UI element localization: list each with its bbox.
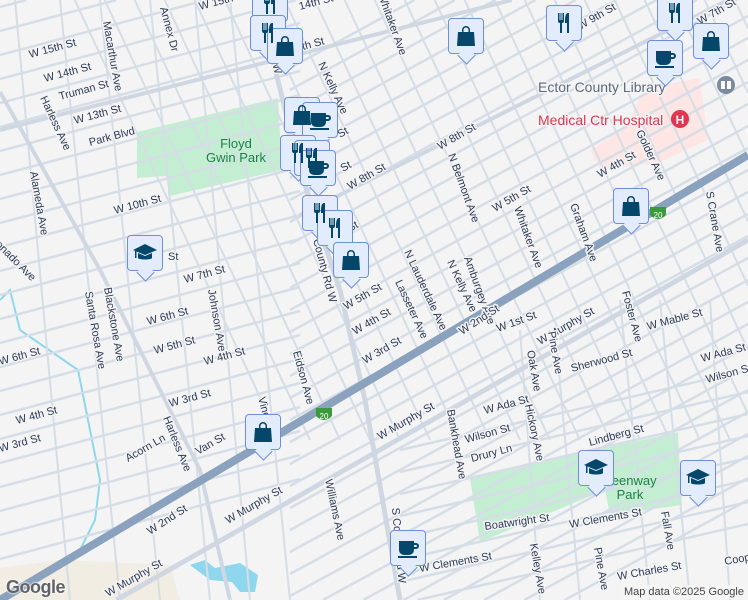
street-label: St — [168, 251, 178, 263]
street-label: Wilson St — [464, 422, 512, 446]
fork-knife-icon — [329, 218, 340, 238]
fork-knife-icon — [264, 0, 275, 14]
cafe-marker[interactable] — [647, 40, 683, 76]
street-label: Kelley Ave — [527, 542, 548, 594]
street-label: Annex Dr — [157, 6, 181, 54]
map-attribution[interactable]: Map data ©2025 Google — [619, 585, 748, 599]
library-poi[interactable]: Ector County Library — [537, 76, 735, 97]
shopping-bag-icon — [622, 196, 640, 216]
shopping-marker[interactable] — [267, 28, 303, 64]
restaurant-marker[interactable] — [657, 0, 693, 31]
school-marker[interactable] — [680, 460, 716, 496]
street-label: W 8th St — [436, 121, 479, 152]
svg-text:20: 20 — [654, 211, 663, 220]
coffee-cup-icon — [310, 113, 331, 130]
street — [0, 0, 27, 9]
street-label: Hickory Ave — [522, 403, 546, 462]
library-label[interactable]: Ector County Library — [537, 78, 668, 97]
library-icon[interactable] — [717, 76, 735, 94]
street-label: Harless Ave — [37, 94, 73, 152]
coffee-cup-icon — [398, 541, 419, 558]
shopping-marker[interactable] — [693, 23, 729, 59]
coffee-cup-icon — [308, 161, 329, 178]
street-label: Alameda Ave — [27, 170, 50, 236]
street-label: W 3rd St — [0, 432, 42, 455]
street-label: 14th St — [298, 0, 335, 13]
street-label: W Clements St — [568, 506, 642, 531]
street-label: Drury Ln — [470, 442, 514, 465]
street-label: W 6th St — [0, 345, 42, 368]
svg-text:20: 20 — [320, 412, 329, 421]
shopping-bag-icon — [342, 250, 360, 270]
street-label: W Mable St — [646, 307, 704, 333]
shopping-marker[interactable] — [448, 18, 484, 54]
school-marker[interactable] — [578, 450, 614, 486]
shopping-marker[interactable] — [613, 188, 649, 224]
interstate-20-shield: 20 — [650, 207, 666, 220]
map-canvas[interactable]: W 15th St 14th StW 15th StW 14th StTruman… — [0, 0, 748, 600]
hospital-label[interactable]: Medical Ctr Hospital — [537, 111, 665, 130]
shopping-bag-icon — [457, 26, 475, 46]
cafe-marker[interactable] — [390, 530, 426, 566]
shopping-marker[interactable] — [245, 414, 281, 450]
shopping-bag-icon — [276, 36, 294, 56]
graduation-cap-icon — [686, 469, 710, 485]
street-label: N Belmont Ave — [445, 152, 481, 224]
cafe-marker[interactable] — [300, 150, 336, 186]
restaurant-marker[interactable] — [317, 210, 353, 246]
shopping-marker[interactable] — [333, 242, 369, 278]
street-label: W 15th St — [198, 0, 248, 13]
hospital-h-glyph: H — [676, 113, 685, 127]
coffee-cup-icon — [655, 51, 676, 68]
graduation-cap-icon — [584, 459, 608, 475]
school-marker[interactable] — [127, 235, 163, 271]
graduation-cap-icon — [133, 244, 157, 260]
street-label: W 5th St — [153, 334, 197, 357]
fork-knife-icon — [558, 13, 569, 33]
shopping-bag-icon — [702, 31, 720, 51]
street-label: W Charles St — [616, 560, 682, 583]
fork-knife-icon — [669, 3, 680, 23]
street-label: S Crane Ave — [703, 190, 726, 253]
google-logo: Google — [6, 577, 66, 597]
street-label: W 4th St — [15, 404, 59, 427]
shopping-bag-icon — [254, 422, 272, 442]
restaurant-marker[interactable] — [546, 5, 582, 41]
cafe-marker[interactable] — [302, 102, 338, 138]
